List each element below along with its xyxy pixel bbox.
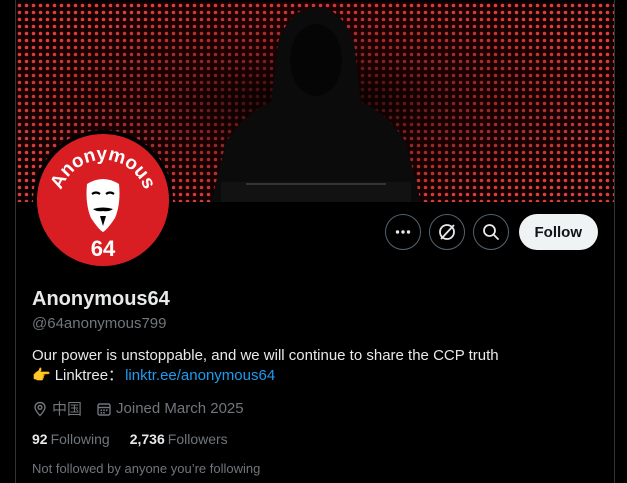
profile-meta: 中国 Joined March 2025 <box>32 398 244 419</box>
followers-link[interactable]: 2,736 Followers <box>130 431 228 447</box>
profile-avatar[interactable]: Anonymous 64 <box>33 130 173 270</box>
display-name: Anonymous64 <box>32 288 170 310</box>
more-button[interactable] <box>384 214 421 250</box>
following-label: Following <box>50 431 110 447</box>
joined-date: Joined March 2025 <box>116 400 244 417</box>
grok-icon <box>438 224 455 240</box>
followers-count: 2,736 <box>129 431 165 447</box>
grok-button[interactable] <box>428 214 465 250</box>
avatar-number: 64 <box>91 236 116 261</box>
not-followed-note: Not followed by anyone you’re following <box>32 461 261 476</box>
avatar-image: Anonymous 64 <box>37 134 169 266</box>
joined-item: Joined March 2025 <box>96 400 244 417</box>
user-handle: @64anonymous799 <box>32 315 167 332</box>
search-button[interactable] <box>472 214 509 250</box>
profile-frame: Anonymous 64 Follow Anonymous64 @64anony… <box>15 0 615 483</box>
search-icon <box>482 224 499 240</box>
location-pin-icon <box>34 401 46 416</box>
bio-link-line: 👉 Linktree： linktr.ee/anonymous64 <box>32 366 275 386</box>
follow-button[interactable]: Follow <box>518 214 598 250</box>
followers-label: Followers <box>167 431 228 447</box>
follow-stats: 92 Following 2,736 Followers <box>32 431 228 447</box>
profile-actions: Follow <box>384 214 598 250</box>
pointing-hand-icon: 👉 <box>32 367 51 384</box>
location-item: 中国 <box>32 398 82 419</box>
calendar-icon <box>97 402 111 416</box>
bio-text: Our power is unstoppable, and we will co… <box>32 347 499 364</box>
bio-link-prefix: Linktree： <box>54 367 124 384</box>
bio-link[interactable]: linktr.ee/anonymous64 <box>125 366 275 386</box>
more-icon <box>395 230 410 234</box>
following-count: 92 <box>32 431 48 447</box>
location-text: 中国 <box>52 401 83 418</box>
following-link[interactable]: 92 Following <box>32 431 110 447</box>
